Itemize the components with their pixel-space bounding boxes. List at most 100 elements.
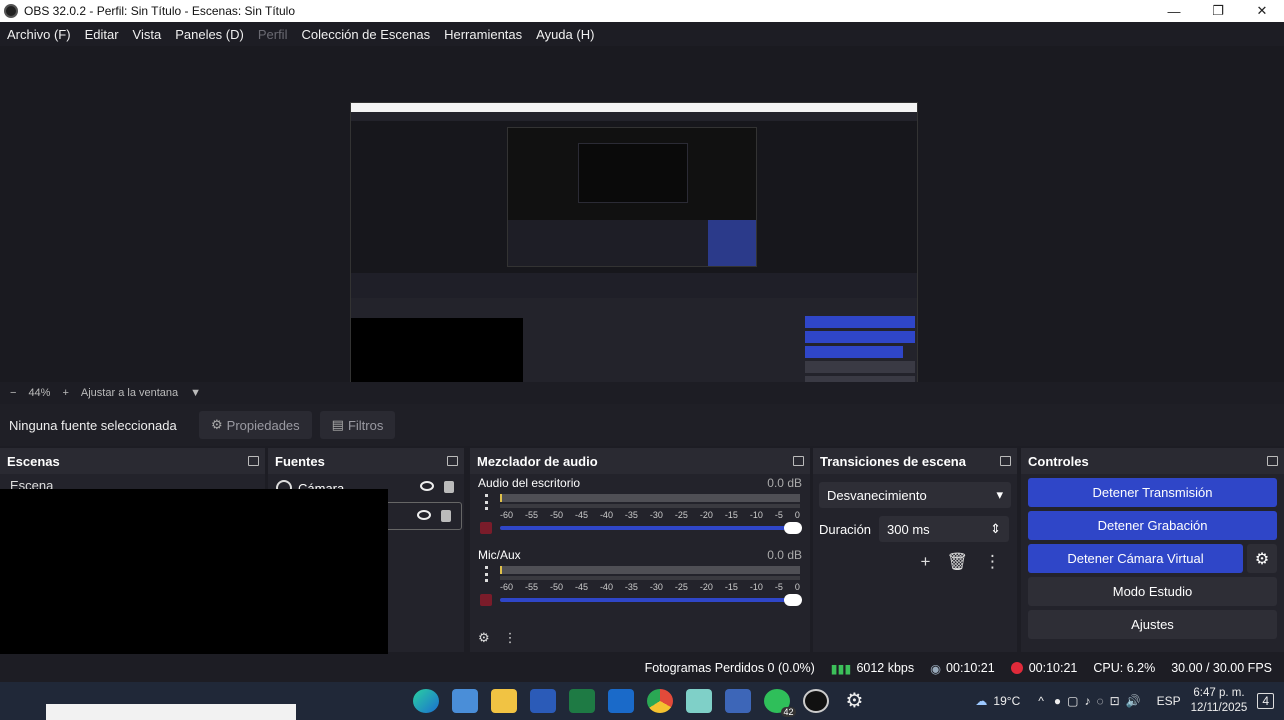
close-button[interactable]: ✕ bbox=[1240, 0, 1284, 22]
preview-canvas[interactable] bbox=[350, 102, 918, 420]
volume-meter-secondary bbox=[500, 504, 800, 508]
zoom-dropdown-icon[interactable]: ▼ bbox=[190, 387, 201, 399]
clock[interactable]: 6:47 p. m. 12/11/2025 bbox=[1191, 686, 1248, 716]
virtual-camera-settings-gear-icon[interactable]: ⚙ bbox=[1247, 544, 1277, 573]
stop-stream-button[interactable]: Detener Transmisión bbox=[1028, 478, 1277, 507]
menu-coleccion-escenas[interactable]: Colección de Escenas bbox=[301, 27, 430, 42]
zoom-level: 44% bbox=[28, 387, 51, 399]
notification-count: 4 bbox=[1262, 694, 1269, 708]
outlook-icon[interactable] bbox=[607, 689, 634, 713]
mute-icon[interactable] bbox=[480, 594, 492, 606]
excel-icon[interactable] bbox=[568, 689, 595, 713]
volume-meter-secondary bbox=[500, 576, 800, 580]
chrome-icon[interactable] bbox=[646, 689, 673, 713]
menu-vista[interactable]: Vista bbox=[133, 27, 162, 42]
menu-perfil[interactable]: Perfil bbox=[258, 27, 288, 42]
bitrate-value: 6012 kbps bbox=[856, 661, 915, 675]
maximize-button[interactable]: ❐ bbox=[1196, 0, 1240, 22]
taskbar-search-box[interactable] bbox=[46, 704, 296, 720]
tray-expand-icon[interactable]: ^ bbox=[1038, 694, 1044, 708]
store-icon[interactable] bbox=[451, 689, 478, 713]
stop-recording-button[interactable]: Detener Grabación bbox=[1028, 511, 1277, 540]
nested-preview bbox=[351, 121, 917, 273]
zoom-out-button[interactable]: − bbox=[10, 387, 16, 399]
filters-label: Filtros bbox=[347, 417, 384, 433]
menu-herramientas[interactable]: Herramientas bbox=[444, 27, 522, 42]
volume-slider-knob[interactable] bbox=[784, 594, 802, 606]
transition-menu-icon[interactable]: ⋮ bbox=[984, 552, 1001, 572]
channel-menu-icon[interactable] bbox=[485, 566, 489, 582]
undock-icon[interactable] bbox=[248, 456, 259, 466]
clock-date: 12/11/2025 bbox=[1190, 702, 1248, 714]
scale-tick: -40 bbox=[599, 510, 613, 520]
temperature[interactable]: 19°C bbox=[993, 694, 1020, 708]
advanced-audio-gear-icon[interactable]: ⚙ bbox=[478, 630, 490, 646]
minimize-button[interactable]: — bbox=[1152, 0, 1196, 22]
scale-tick: -5 bbox=[774, 510, 783, 520]
whatsapp-icon[interactable]: 42 bbox=[763, 689, 796, 717]
nested-button bbox=[805, 346, 903, 358]
language-indicator[interactable]: ESP bbox=[1157, 694, 1181, 708]
scenes-title: Escenas bbox=[7, 453, 60, 469]
scale-tick: -55 bbox=[524, 510, 538, 520]
signal-bars-icon: ▮▮▮ bbox=[830, 661, 852, 676]
undock-icon[interactable] bbox=[1267, 456, 1278, 466]
undock-icon[interactable] bbox=[793, 456, 804, 466]
preview-area[interactable] bbox=[0, 46, 1284, 420]
menu-editar[interactable]: Editar bbox=[85, 27, 119, 42]
channel-menu-icon[interactable] bbox=[485, 494, 489, 510]
clock-time: 6:47 p. m. bbox=[1193, 687, 1245, 699]
volume-slider[interactable] bbox=[500, 594, 802, 606]
nested-button bbox=[805, 361, 915, 373]
menu-bar: Archivo (F) Editar Vista Paneles (D) Per… bbox=[0, 22, 1284, 46]
undock-icon[interactable] bbox=[447, 456, 458, 466]
transition-select[interactable]: Desvanecimiento ▾ bbox=[819, 482, 1011, 508]
fps-display: 30.00 / 30.00 FPS bbox=[1171, 661, 1272, 675]
fit-to-window-button[interactable]: Ajustar a la ventana bbox=[81, 387, 178, 399]
sources-title: Fuentes bbox=[275, 453, 325, 469]
mixer-menu-icon[interactable]: ⋮ bbox=[504, 630, 517, 646]
stop-virtual-camera-button[interactable]: Detener Cámara Virtual bbox=[1028, 544, 1243, 573]
volume-slider[interactable] bbox=[500, 522, 802, 534]
lock-icon[interactable] bbox=[444, 481, 454, 493]
trash-icon[interactable]: 🗑 bbox=[946, 552, 968, 572]
edge-icon[interactable] bbox=[412, 689, 439, 713]
mute-icon[interactable] bbox=[480, 522, 492, 534]
word-icon[interactable] bbox=[529, 689, 556, 713]
weather-icon[interactable]: ☁ bbox=[975, 694, 987, 708]
gear-icon: ⚙ bbox=[211, 417, 223, 432]
notification-icon[interactable]: 4 bbox=[1257, 693, 1274, 709]
cpu-usage: CPU: 6.2% bbox=[1093, 661, 1156, 675]
obs-taskbar-icon[interactable] bbox=[802, 689, 829, 713]
scale-tick: -50 bbox=[549, 582, 563, 592]
filters-button[interactable]: ▤ Filtros bbox=[319, 411, 396, 439]
file-explorer-icon[interactable] bbox=[490, 689, 517, 713]
scale-tick: -45 bbox=[574, 510, 588, 520]
menu-paneles[interactable]: Paneles (D) bbox=[175, 27, 244, 42]
controls-title: Controles bbox=[1028, 453, 1089, 469]
add-transition-icon[interactable]: + bbox=[920, 552, 930, 572]
windows-taskbar: 42 ⚙ ☁ 19°C ^ ●▢♪◌⊡🔊 ESP 6:47 p. m. 12/1… bbox=[0, 682, 1284, 720]
zoom-in-button[interactable]: + bbox=[62, 387, 68, 399]
undock-icon[interactable] bbox=[1000, 456, 1011, 466]
menu-archivo[interactable]: Archivo (F) bbox=[7, 27, 71, 42]
lock-icon[interactable] bbox=[441, 510, 451, 522]
properties-label: Propiedades bbox=[226, 417, 300, 433]
mixer-channel-mic: Mic/Aux 0.0 dB -60 -55 -50 -45 -40 -35 -… bbox=[470, 546, 810, 618]
scale-tick: -35 bbox=[624, 510, 638, 520]
menu-ayuda[interactable]: Ayuda (H) bbox=[536, 27, 594, 42]
spin-arrows-icon[interactable]: ⇕ bbox=[990, 521, 1001, 537]
volume-slider-knob[interactable] bbox=[784, 522, 802, 534]
studio-mode-button[interactable]: Modo Estudio bbox=[1028, 577, 1277, 606]
properties-button[interactable]: ⚙ Propiedades bbox=[199, 411, 312, 439]
settings-button[interactable]: Ajustes bbox=[1028, 610, 1277, 639]
scale-tick: -60 bbox=[500, 510, 514, 520]
notepad-icon[interactable] bbox=[685, 689, 712, 713]
remote-desktop-icon[interactable] bbox=[724, 689, 751, 713]
visibility-eye-icon[interactable] bbox=[417, 510, 431, 520]
settings-gear-icon[interactable]: ⚙ bbox=[842, 689, 868, 713]
scale-tick: -30 bbox=[649, 582, 663, 592]
visibility-eye-icon[interactable] bbox=[420, 481, 434, 491]
tray-icons[interactable]: ●▢♪◌⊡🔊 bbox=[1054, 694, 1147, 708]
duration-spinbox[interactable]: 300 ms ⇕ bbox=[879, 516, 1010, 542]
